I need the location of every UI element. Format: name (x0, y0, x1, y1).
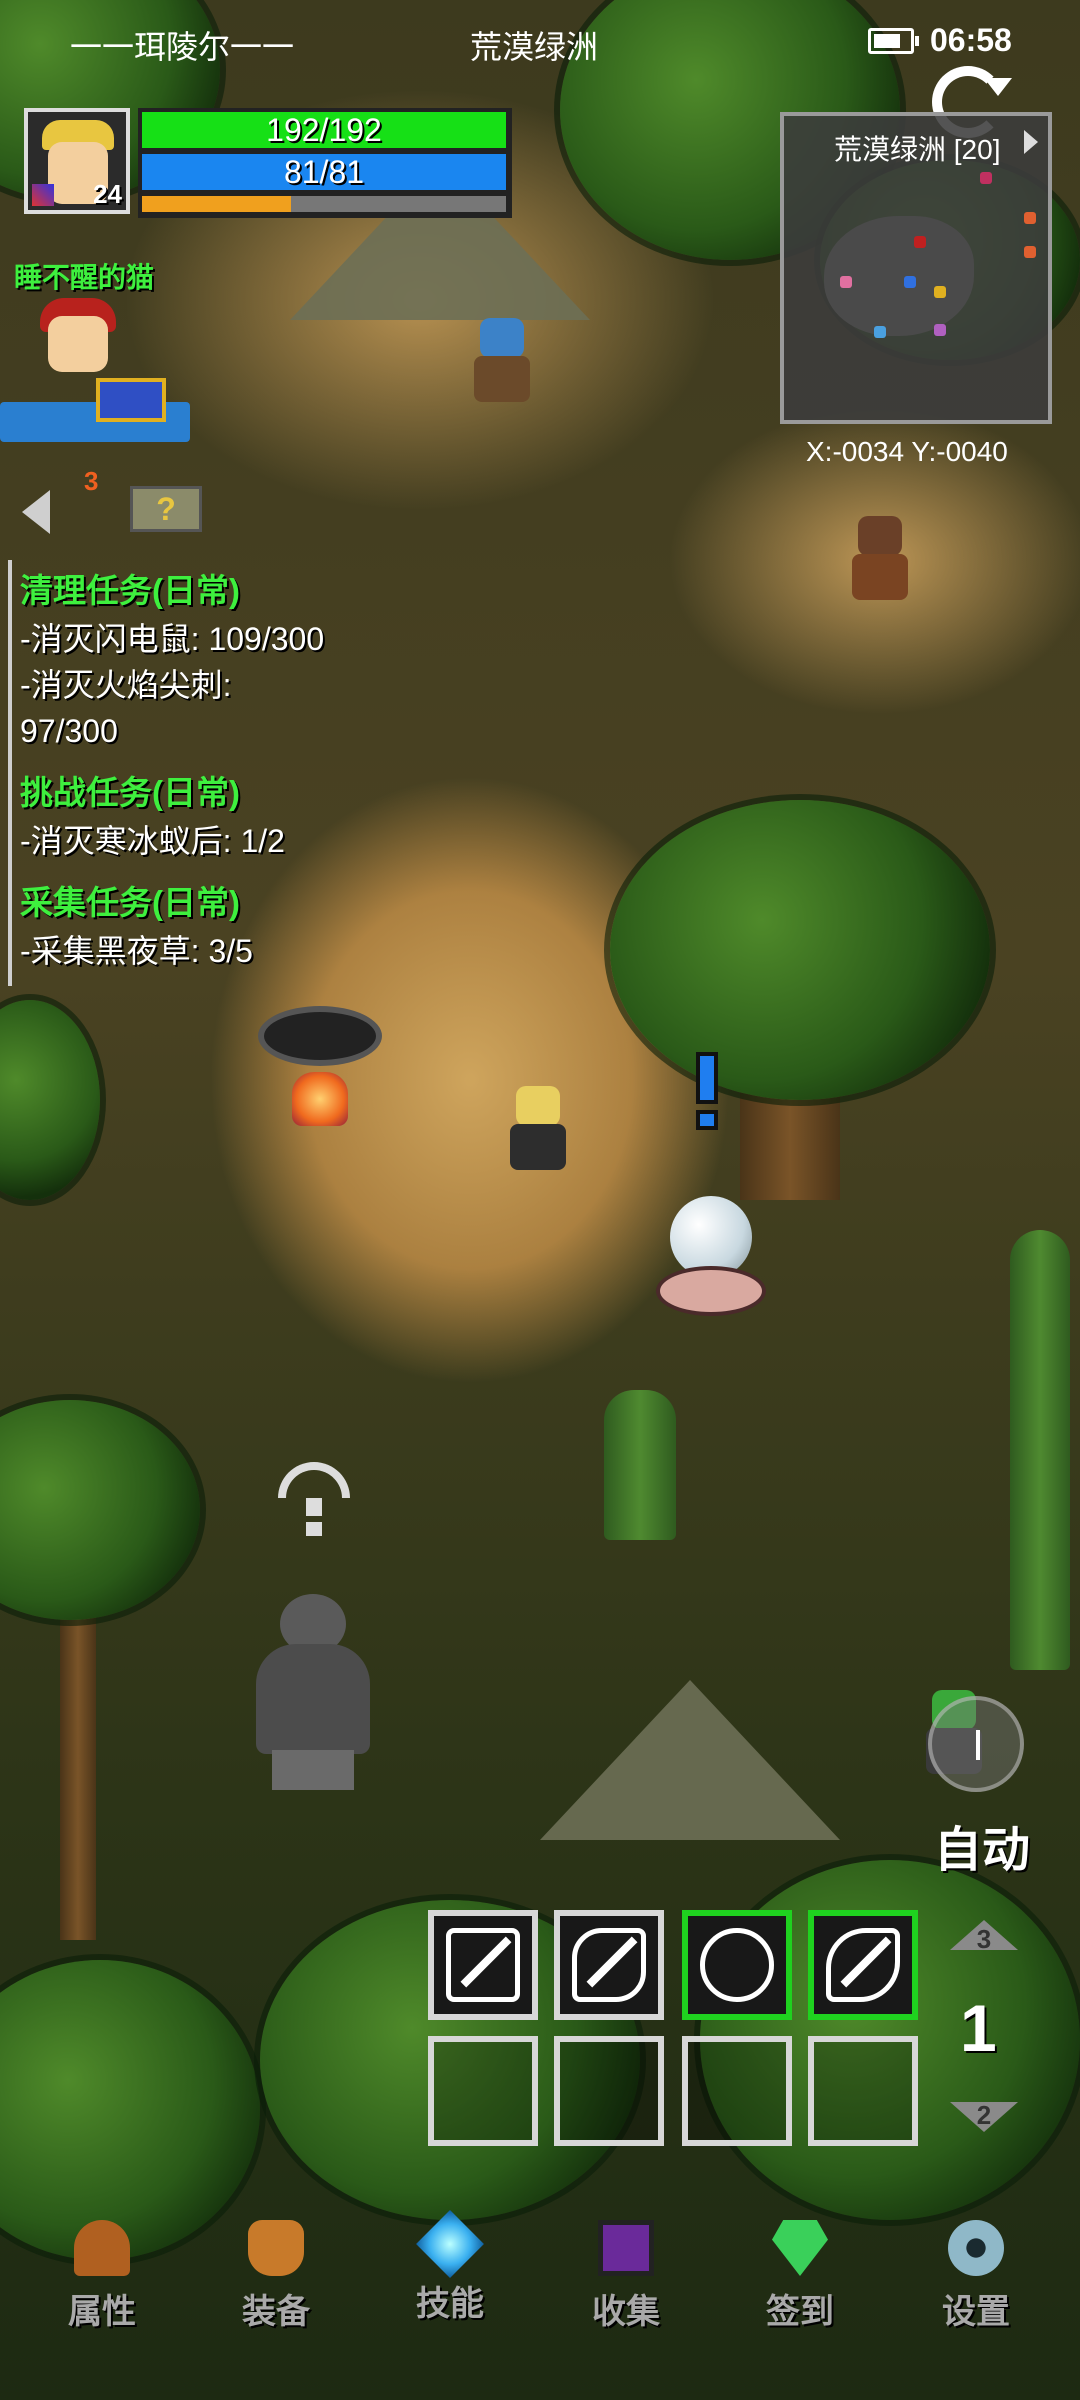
player-character[interactable] (498, 1086, 578, 1196)
ally-portrait[interactable] (0, 292, 190, 452)
player-title: 一一珥陵尔一一 (70, 29, 295, 65)
nav-label: 属性 (68, 2293, 136, 2331)
skill-page-up-number: 3 (976, 1924, 992, 1954)
gem-icon (772, 2220, 828, 2276)
xp-fill (142, 196, 292, 212)
nav-label: 签到 (766, 2293, 834, 2331)
npc-blue-hair[interactable] (462, 318, 542, 428)
book-icon (598, 2220, 654, 2276)
empty-skill-slot[interactable] (554, 2036, 664, 2146)
nav-checkin[interactable]: 签到 (730, 2220, 870, 2333)
ally-name: 睡不醒的猫 (14, 262, 155, 293)
clock: 06:58 (930, 22, 1012, 58)
quest-group[interactable]: 清理任务(日常) -消灭闪电鼠: 109/300 -消灭火焰尖刺: 97/300 (20, 564, 376, 754)
quest-group[interactable]: 采集任务(日常) -采集黑夜草: 3/5 (20, 876, 376, 974)
nav-label: 装备 (242, 2293, 310, 2331)
skill-page-current: 1 (960, 1991, 997, 2065)
ally-prev-arrow-icon[interactable] (22, 490, 50, 534)
player-portrait[interactable]: 24 (24, 108, 130, 214)
tent (540, 1680, 840, 1840)
quest-title[interactable]: 采集任务(日常) (20, 876, 376, 924)
status-bar: 一一珥陵尔一一 荒漠绿洲 06:58 (0, 0, 1080, 90)
skill-page-down-number: 2 (976, 2100, 992, 2130)
quest-objective: 97/300 (20, 713, 118, 749)
npc-miner[interactable] (840, 516, 920, 626)
player-bars: 192/192 81/81 (138, 108, 512, 218)
nav-label: 设置 (942, 2293, 1010, 2331)
minimap-marker (1024, 246, 1036, 258)
quest-objective: -采集黑夜草: 3/5 (20, 933, 253, 969)
empty-skill-slot[interactable] (682, 2036, 792, 2146)
quest-title[interactable]: 清理任务(日常) (20, 564, 376, 612)
ally-count: 3 (84, 466, 99, 496)
quest-log[interactable]: 清理任务(日常) -消灭闪电鼠: 109/300 -消灭火焰尖刺: 97/300… (8, 560, 376, 986)
mp-bar: 81/81 (142, 154, 506, 190)
stone-statue[interactable] (250, 1594, 376, 1790)
quest-objective: -消灭寒冰蚁后: 1/2 (20, 823, 285, 859)
skill-slot-3[interactable] (682, 1910, 792, 2020)
jungle-foliage (0, 1000, 100, 1200)
minimap-marker (934, 324, 946, 336)
crystal-icon (416, 2210, 484, 2278)
skill-slot-1[interactable] (428, 1910, 538, 2020)
gear-icon (948, 2220, 1004, 2276)
minimap-expand-icon[interactable] (1024, 130, 1038, 154)
cactus (1010, 1230, 1070, 1670)
minimap-marker (904, 276, 916, 288)
palm-tree[interactable] (610, 800, 990, 1100)
xp-bar (142, 196, 506, 212)
minimap-marker (874, 326, 886, 338)
pot-icon (248, 2220, 304, 2276)
nav-label: 技能 (416, 2285, 484, 2323)
quest-objective: -消灭火焰尖刺: (20, 667, 232, 703)
campfire-cauldron[interactable] (248, 1006, 392, 1146)
minimap-marker (1024, 212, 1036, 224)
palm-tree (0, 1400, 200, 1620)
auto-battle-button[interactable]: 自动 (934, 1810, 1030, 1880)
nav-attributes[interactable]: 属性 (32, 2220, 172, 2333)
help-button[interactable]: ? (130, 486, 202, 532)
empty-skill-slot[interactable] (808, 2036, 918, 2146)
nav-equipment[interactable]: 装备 (206, 2220, 346, 2333)
coordinates: X:-0034 Y:-0040 (806, 436, 1008, 467)
quest-marker-icon[interactable] (696, 1052, 718, 1132)
minimap-title: 荒漠绿洲 [20] (834, 134, 1001, 165)
hp-bar: 192/192 (142, 112, 506, 148)
nav-label: 收集 (592, 2293, 660, 2331)
zone-name: 荒漠绿洲 (470, 29, 599, 65)
helmet-icon (74, 2220, 130, 2276)
class-badge-icon (32, 184, 54, 206)
empty-skill-slot[interactable] (428, 2036, 538, 2146)
quest-title[interactable]: 挑战任务(日常) (20, 766, 376, 814)
unknown-question-icon[interactable] (278, 1462, 350, 1542)
cactus (604, 1390, 676, 1540)
minimap-marker (980, 172, 992, 184)
minimap[interactable]: 荒漠绿洲 [20] (780, 112, 1052, 424)
nav-skills[interactable]: 技能 (380, 2210, 520, 2325)
minimap-marker (840, 276, 852, 288)
minimap-marker (934, 286, 946, 298)
nav-collection[interactable]: 收集 (556, 2220, 696, 2333)
skill-slot-4[interactable] (808, 1910, 918, 2020)
bottom-nav: 属性 装备 技能 收集 签到 设置 (0, 2200, 1080, 2400)
battery-icon (868, 28, 919, 54)
quest-objective: -消灭闪电鼠: 109/300 (20, 621, 325, 657)
quest-group[interactable]: 挑战任务(日常) -消灭寒冰蚁后: 1/2 (20, 766, 376, 864)
player-level: 24 (93, 179, 122, 209)
ally-head (48, 316, 108, 372)
skill-slot-2[interactable] (554, 1910, 664, 2020)
nav-settings[interactable]: 设置 (906, 2220, 1046, 2333)
interact-button[interactable] (928, 1696, 1024, 1792)
minimap-marker (914, 236, 926, 248)
gear-burst-skill-icon (700, 1928, 774, 2002)
crystal-orb[interactable] (656, 1196, 766, 1316)
treasure-chest-icon (96, 378, 166, 422)
